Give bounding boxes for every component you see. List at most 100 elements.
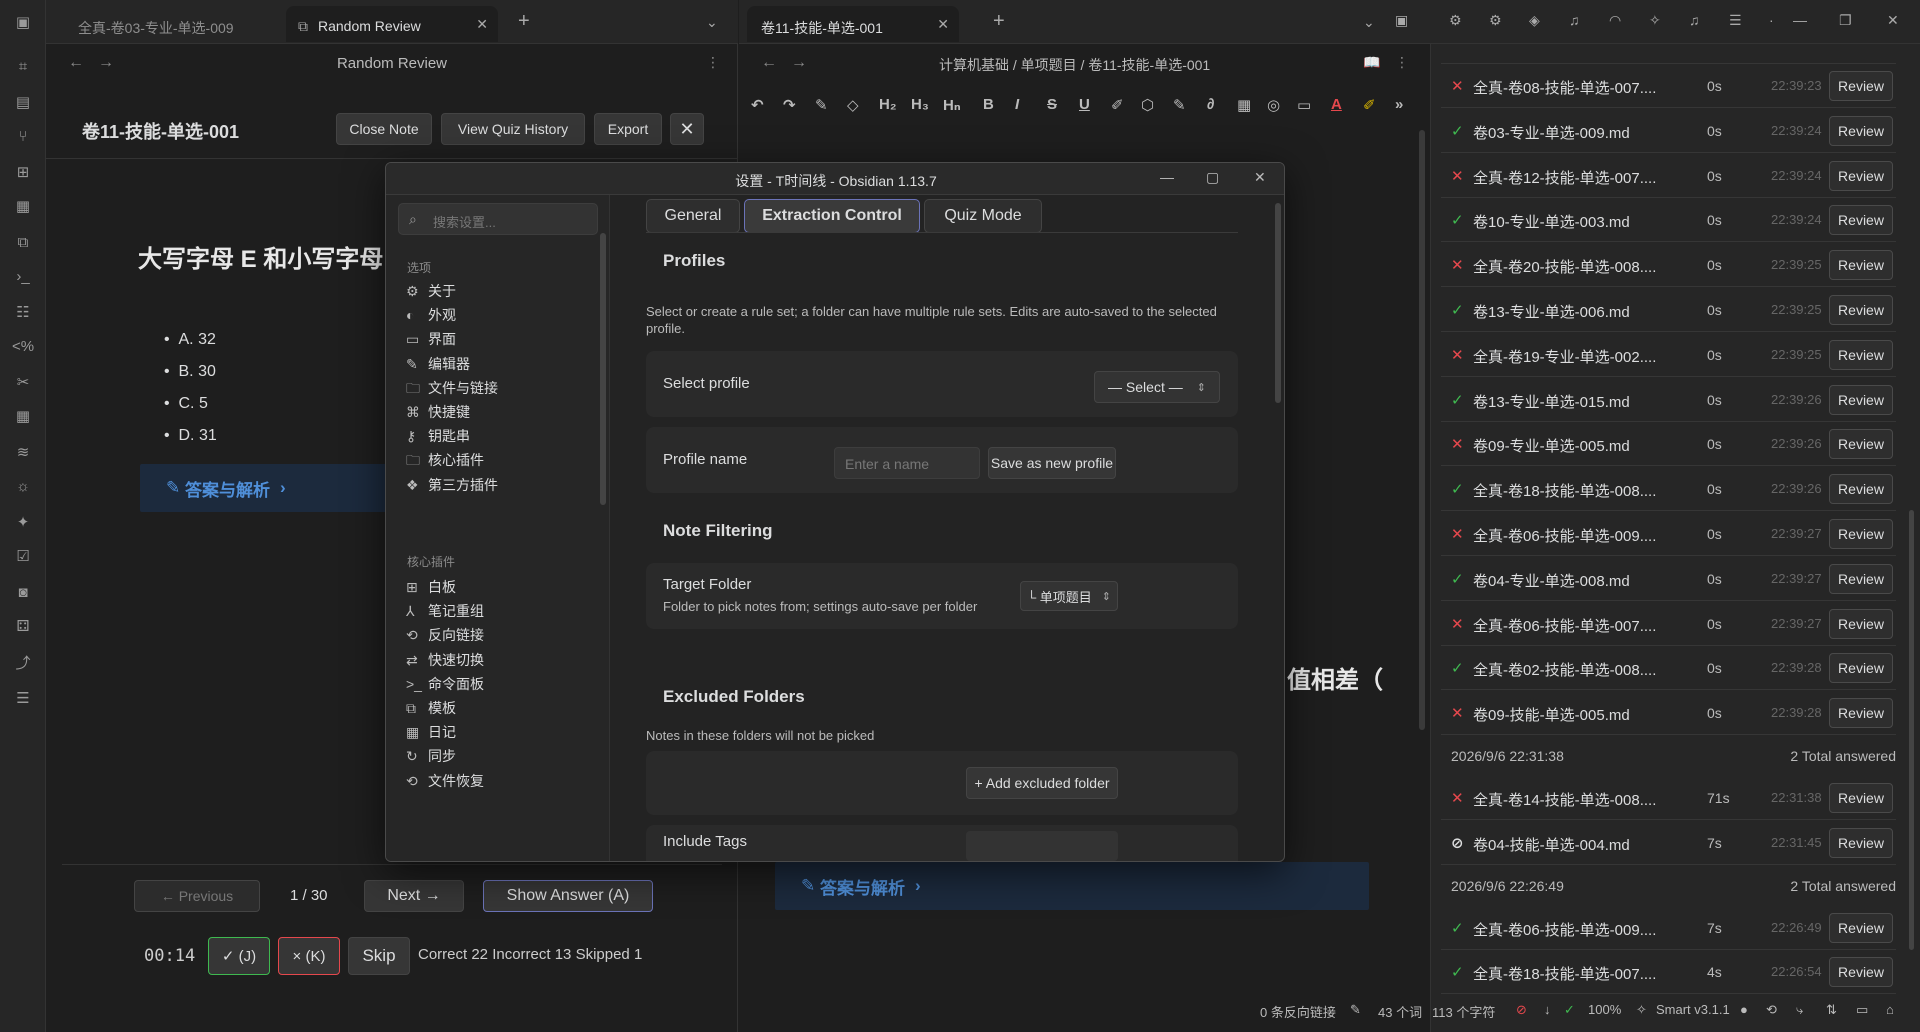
close-tab-icon[interactable]: ✕: [476, 16, 488, 33]
format-paint-icon[interactable]: ✎: [815, 96, 828, 114]
sparkle-icon[interactable]: ✧: [1636, 1002, 1647, 1018]
settings-nav-item[interactable]: ⚷ 钥匙串: [406, 426, 470, 446]
wifi-icon[interactable]: ≋: [11, 440, 35, 464]
history-scrollbar[interactable]: [1909, 510, 1914, 950]
arrow-down-icon[interactable]: ↓: [1544, 1002, 1551, 1017]
profile-name-input[interactable]: Enter a name: [834, 447, 980, 479]
heading3-icon[interactable]: H₃: [911, 96, 929, 113]
core-plugin-nav-item[interactable]: ⧉ 模板: [406, 698, 456, 718]
review-button[interactable]: Review: [1829, 957, 1893, 988]
git-icon[interactable]: ⑂: [11, 124, 35, 148]
answer-analysis-callout[interactable]: ✎ 答案与解析 ›: [775, 862, 1369, 910]
core-plugin-nav-item[interactable]: ↻ 同步: [406, 746, 456, 766]
core-plugin-nav-item[interactable]: ▦ 日记: [406, 722, 456, 742]
checkbox-icon[interactable]: ◎: [1267, 96, 1280, 114]
review-button[interactable]: Review: [1829, 115, 1893, 146]
breadcrumb[interactable]: 计算机基础 / 单项题目 / 卷11-技能-单选-001: [939, 55, 1210, 75]
core-plugin-nav-item[interactable]: ⟲ 文件恢复: [406, 771, 484, 791]
background-color-icon[interactable]: ✐: [1363, 96, 1376, 114]
forward-icon[interactable]: →: [791, 54, 807, 72]
back-icon[interactable]: ←: [761, 54, 777, 72]
settings-nav-item[interactable]: ❖ 第三方插件: [406, 475, 498, 495]
italic-icon[interactable]: I: [1015, 96, 1019, 113]
tab-list-chevron-icon[interactable]: ⌄: [1363, 14, 1375, 31]
callout-icon[interactable]: ▭: [1297, 96, 1311, 114]
review-button[interactable]: Review: [1829, 783, 1893, 813]
smart-version[interactable]: Smart v3.1.1: [1656, 1002, 1730, 1017]
target-folder-select[interactable]: └ 单项题目 ⇕: [1020, 581, 1118, 611]
add-excluded-folder-button[interactable]: + Add excluded folder: [966, 767, 1118, 799]
sync-off-icon[interactable]: ⊘: [1516, 1002, 1527, 1018]
bulb-icon[interactable]: ☼: [11, 474, 35, 498]
review-button[interactable]: Review: [1829, 608, 1893, 639]
review-button[interactable]: Review: [1829, 295, 1893, 325]
dice-icon[interactable]: ⚃: [11, 614, 35, 638]
calendar-icon[interactable]: ▦: [11, 194, 35, 218]
edit-icon[interactable]: ✎: [1173, 96, 1186, 114]
review-button[interactable]: Review: [1829, 205, 1893, 236]
more-options-icon[interactable]: ⋮: [1395, 54, 1409, 71]
table-icon[interactable]: ▦: [1237, 96, 1251, 114]
include-tags-input[interactable]: [966, 831, 1118, 861]
view-quiz-history-button[interactable]: View Quiz History: [441, 113, 585, 145]
graph-icon[interactable]: ⌗: [11, 54, 35, 78]
skip-button[interactable]: Skip: [348, 937, 410, 975]
tools-icon[interactable]: ✂: [11, 370, 35, 394]
sidebar-toggle-icon[interactable]: ▣: [11, 10, 35, 34]
route-icon[interactable]: ⤴: [11, 650, 35, 674]
right-sidebar-toggle-icon[interactable]: ▣: [1395, 12, 1408, 29]
tab-quiz-mode[interactable]: Quiz Mode: [924, 199, 1042, 233]
copy-icon[interactable]: ⧉: [11, 230, 35, 254]
settings-nav-item[interactable]: 🗀 文件与链接: [406, 378, 498, 402]
profile-select[interactable]: — Select — ⇕: [1094, 371, 1220, 403]
record-icon[interactable]: ●: [1740, 1002, 1748, 1017]
review-button[interactable]: Review: [1829, 698, 1893, 729]
review-button[interactable]: Review: [1829, 384, 1893, 415]
list-icon[interactable]: ☷: [11, 300, 35, 324]
settings-nav-item[interactable]: ✎ 编辑器: [406, 354, 470, 374]
export-button[interactable]: Export: [594, 113, 662, 145]
sort-icon[interactable]: ⇅: [1826, 1002, 1837, 1018]
text-color-icon[interactable]: A: [1331, 96, 1342, 113]
sparkle-icon[interactable]: ✦: [11, 510, 35, 534]
minimize-icon[interactable]: —: [1160, 169, 1174, 185]
backlinks-count[interactable]: 0 条反向链接: [1260, 1002, 1336, 1021]
review-button[interactable]: Review: [1829, 160, 1893, 191]
redo-icon[interactable]: ↷: [783, 96, 796, 114]
new-tab-icon[interactable]: +: [518, 10, 530, 33]
core-plugin-nav-item[interactable]: >_ 命令面板: [406, 674, 484, 694]
core-plugin-nav-item[interactable]: ⇄ 快速切换: [406, 650, 484, 670]
show-answer-button[interactable]: Show Answer (A): [483, 880, 653, 912]
check-doc-icon[interactable]: ☑: [11, 544, 35, 568]
review-button[interactable]: Review: [1829, 339, 1893, 370]
review-button[interactable]: Review: [1829, 827, 1893, 858]
review-button[interactable]: Review: [1829, 653, 1893, 684]
review-button[interactable]: Review: [1829, 912, 1893, 943]
search-field[interactable]: ⌕ 搜索设置...: [398, 203, 598, 235]
close-icon[interactable]: ✕: [670, 113, 704, 145]
mark-incorrect-button[interactable]: × (K): [278, 937, 340, 975]
core-plugin-nav-item[interactable]: ⊞ 白板: [406, 577, 456, 597]
settings-nav-item[interactable]: ▭ 界面: [406, 329, 456, 349]
review-button[interactable]: Review: [1829, 250, 1893, 281]
settings-nav-item[interactable]: ⌘ 快捷键: [406, 402, 470, 422]
tab-extraction-control[interactable]: Extraction Control: [744, 199, 920, 233]
save-profile-button[interactable]: Save as new profile: [988, 447, 1116, 479]
settings-nav-item[interactable]: ◐ 外观: [406, 305, 456, 325]
file-icon[interactable]: ▤: [11, 90, 35, 114]
heading-n-icon[interactable]: Hₙ: [943, 96, 961, 114]
more-options-icon[interactable]: ⋮: [706, 54, 720, 71]
previous-button[interactable]: ← Previous: [134, 880, 260, 912]
trash-icon[interactable]: ⌂: [1886, 1002, 1894, 1017]
next-button[interactable]: Next →: [364, 880, 464, 912]
canvas-icon[interactable]: ⊞: [11, 160, 35, 184]
heading2-icon[interactable]: H₂: [879, 96, 897, 113]
robot-icon[interactable]: ◙: [11, 580, 35, 604]
attachment-icon[interactable]: ∂: [1207, 96, 1214, 113]
close-tab-icon[interactable]: ✕: [937, 16, 949, 33]
review-button[interactable]: Review: [1829, 71, 1893, 101]
core-plugin-nav-item[interactable]: ⅄ 笔记重组: [406, 601, 484, 621]
edit-icon[interactable]: ✎: [1350, 1002, 1361, 1018]
settings-nav-item[interactable]: 🗀 核心插件: [406, 450, 484, 474]
tab-note[interactable]: 卷11-技能-单选-001 ✕: [747, 6, 959, 42]
